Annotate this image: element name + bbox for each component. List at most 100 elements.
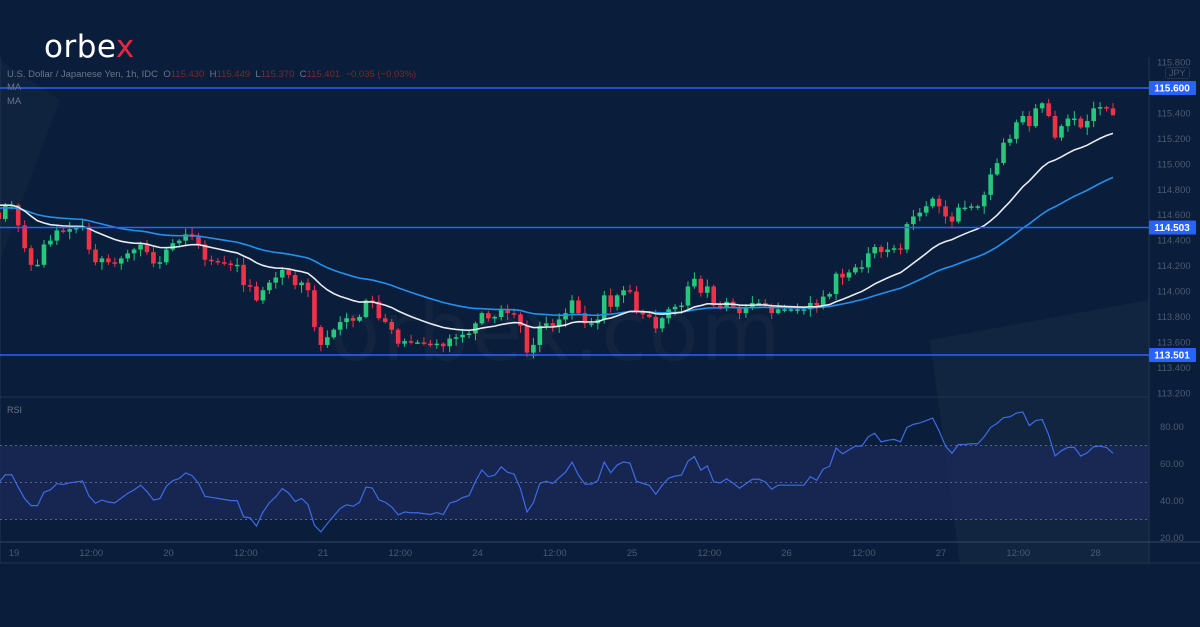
watermark: orbex.com xyxy=(330,285,783,380)
price-tick-label: 114.200 xyxy=(1157,261,1191,272)
candle-body xyxy=(956,207,961,222)
candle-body xyxy=(840,273,845,278)
candle-body xyxy=(1091,108,1096,122)
candle-body xyxy=(1084,121,1090,128)
candle-body xyxy=(247,285,253,287)
symbol-title: U.S. Dollar / Japanese Yen, 1h, IDC xyxy=(7,69,159,80)
price-tick-label: 114.600 xyxy=(1157,210,1191,221)
currency-label: JPY xyxy=(1165,67,1190,79)
rsi-tick-label: 80.00 xyxy=(1160,422,1184,433)
candle-body xyxy=(827,294,832,297)
candle-body xyxy=(209,259,214,262)
candle-body xyxy=(885,249,890,253)
candle-body xyxy=(891,248,897,250)
time-tick-label: 28 xyxy=(1090,548,1101,559)
candle-body xyxy=(241,264,246,286)
level-price-label: 114.503 xyxy=(1154,223,1190,234)
ma-indicator-label-2[interactable]: MA xyxy=(7,96,21,107)
price-tick-label: 113.800 xyxy=(1157,312,1191,323)
candle-body xyxy=(1026,115,1032,127)
candle-body xyxy=(820,296,826,306)
time-tick-label: 26 xyxy=(781,548,792,559)
candle-body xyxy=(994,163,1000,175)
candle-body xyxy=(936,198,942,207)
rsi-tick-label: 60.00 xyxy=(1160,459,1184,470)
candle-body xyxy=(788,309,794,311)
candle-body xyxy=(112,262,118,264)
candle-body xyxy=(1039,103,1045,109)
time-tick-label: 12:00 xyxy=(79,548,103,559)
open-value: 115.430 xyxy=(170,69,205,80)
candle-body xyxy=(325,337,330,345)
candle-body xyxy=(67,229,73,232)
candle-body xyxy=(872,247,878,254)
symbol-legend: U.S. Dollar / Japanese Yen, 1h, IDC O115… xyxy=(7,69,417,80)
candle-body xyxy=(35,264,40,267)
candle-body xyxy=(279,269,285,278)
candle-body xyxy=(106,258,111,263)
candle-body xyxy=(833,273,839,295)
rsi-tick-label: 20.00 xyxy=(1160,533,1184,544)
candle-body xyxy=(911,216,916,225)
time-tick-label: 12:00 xyxy=(697,548,721,559)
candle-body xyxy=(853,267,858,273)
candle-body xyxy=(782,309,787,311)
level-price-label: 113.501 xyxy=(1154,350,1190,361)
candle-body xyxy=(1065,118,1071,127)
candle-body xyxy=(157,262,163,264)
rsi-tick-label: 40.00 xyxy=(1160,496,1184,507)
candle-body xyxy=(99,258,105,263)
candle-body xyxy=(1007,138,1013,143)
time-tick-label: 12:00 xyxy=(388,548,412,559)
candle-body xyxy=(949,216,955,222)
ma-indicator-label-1[interactable]: MA xyxy=(7,82,21,93)
time-tick-label: 20 xyxy=(163,548,174,559)
rsi-indicator-label[interactable]: RSI xyxy=(7,405,22,415)
candle-body xyxy=(1014,122,1019,139)
candle-body xyxy=(943,206,948,217)
candle-body xyxy=(923,206,929,213)
candle-body xyxy=(60,230,66,232)
price-tick-label: 114.000 xyxy=(1157,287,1191,298)
high-value: 115.449 xyxy=(216,69,251,80)
candle-body xyxy=(1052,115,1058,138)
candle-body xyxy=(1078,118,1084,128)
candle-body xyxy=(1020,115,1026,123)
candle-body xyxy=(0,212,2,220)
candle-body xyxy=(917,212,923,217)
price-tick-label: 113.200 xyxy=(1157,388,1191,399)
candle-body xyxy=(254,286,259,301)
candle-body xyxy=(1104,107,1109,109)
time-tick-label: 24 xyxy=(472,548,483,559)
low-value: 115.370 xyxy=(260,69,295,80)
candle-body xyxy=(801,309,807,311)
candle-body xyxy=(54,230,60,241)
candle-body xyxy=(273,277,279,283)
candle-body xyxy=(221,262,227,264)
candle-body xyxy=(176,240,182,244)
time-tick-label: 27 xyxy=(936,548,947,559)
candle-body xyxy=(930,198,935,207)
level-price-label: 115.600 xyxy=(1154,84,1190,95)
time-tick-label: 21 xyxy=(318,548,329,559)
candle-body xyxy=(22,225,27,249)
candle-body xyxy=(286,269,291,275)
candle-body xyxy=(1001,142,1006,164)
candle-body xyxy=(1072,118,1077,121)
change-value: −0.035 (−0.03%) xyxy=(345,69,417,80)
candle-body xyxy=(865,253,871,268)
candle-body xyxy=(151,252,156,264)
candle-body xyxy=(48,240,53,245)
candle-body xyxy=(898,248,903,250)
candle-body xyxy=(975,206,981,208)
candle-body xyxy=(93,249,98,263)
candle-body xyxy=(312,290,317,328)
bg-decor xyxy=(930,300,1149,563)
candle-body xyxy=(1059,126,1064,138)
candle-body xyxy=(292,274,298,286)
candle-body xyxy=(234,264,240,267)
close-value: 115.401 xyxy=(306,69,341,80)
candle-body xyxy=(814,302,820,306)
candle-body xyxy=(215,260,221,263)
candle-body xyxy=(131,249,137,254)
